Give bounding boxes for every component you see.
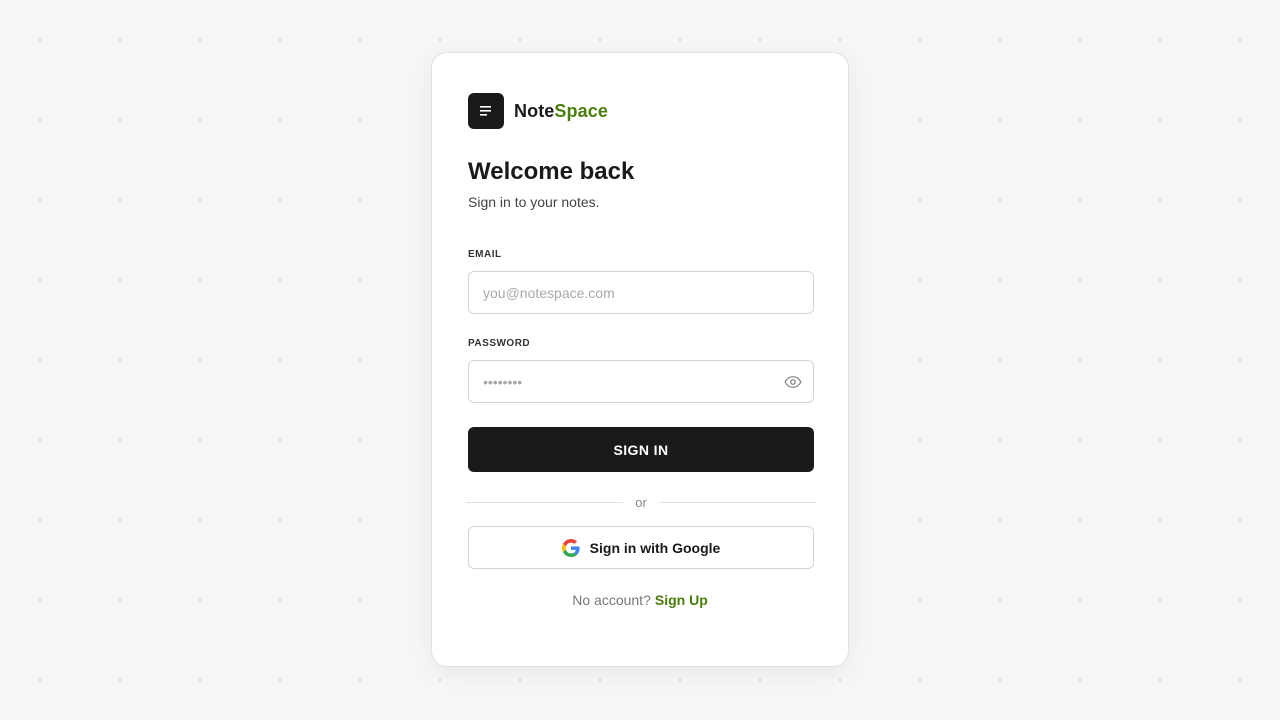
page-subtitle: Sign in to your notes.	[468, 194, 600, 210]
sign-in-button[interactable]: SIGN IN	[468, 427, 814, 472]
email-label: EMAIL	[468, 249, 502, 260]
divider-text: or	[635, 494, 647, 510]
google-sign-in-label: Sign in with Google	[589, 539, 721, 556]
brand: NoteSpace	[468, 93, 812, 129]
signup-prompt-text: No account?	[572, 592, 651, 608]
brand-name: NoteSpace	[514, 101, 608, 122]
signup-prompt: No account? Sign Up	[468, 591, 812, 609]
email-field-wrapper	[468, 271, 814, 314]
password-field-wrapper	[468, 360, 814, 403]
google-icon	[561, 538, 580, 557]
eye-icon[interactable]	[782, 371, 804, 393]
divider-line-left	[466, 501, 624, 503]
brand-name-part1: Note	[514, 100, 555, 121]
google-sign-in-button[interactable]: Sign in with Google	[468, 526, 814, 569]
eye-icon-svg	[784, 376, 802, 388]
brand-name-part2: Space	[554, 100, 608, 121]
password-input[interactable]	[468, 360, 814, 403]
page-title: Welcome back	[468, 158, 635, 185]
note-lines-icon	[468, 93, 504, 129]
email-input[interactable]	[468, 271, 814, 314]
note-lines-icon-svg	[480, 106, 491, 116]
sign-up-link[interactable]: Sign Up	[655, 592, 708, 608]
google-icon-svg	[561, 538, 580, 557]
divider-line-right	[658, 501, 816, 503]
login-card: NoteSpace Welcome back Sign in to your n…	[431, 52, 849, 667]
or-divider: or	[466, 494, 816, 510]
password-label: PASSWORD	[468, 338, 531, 349]
